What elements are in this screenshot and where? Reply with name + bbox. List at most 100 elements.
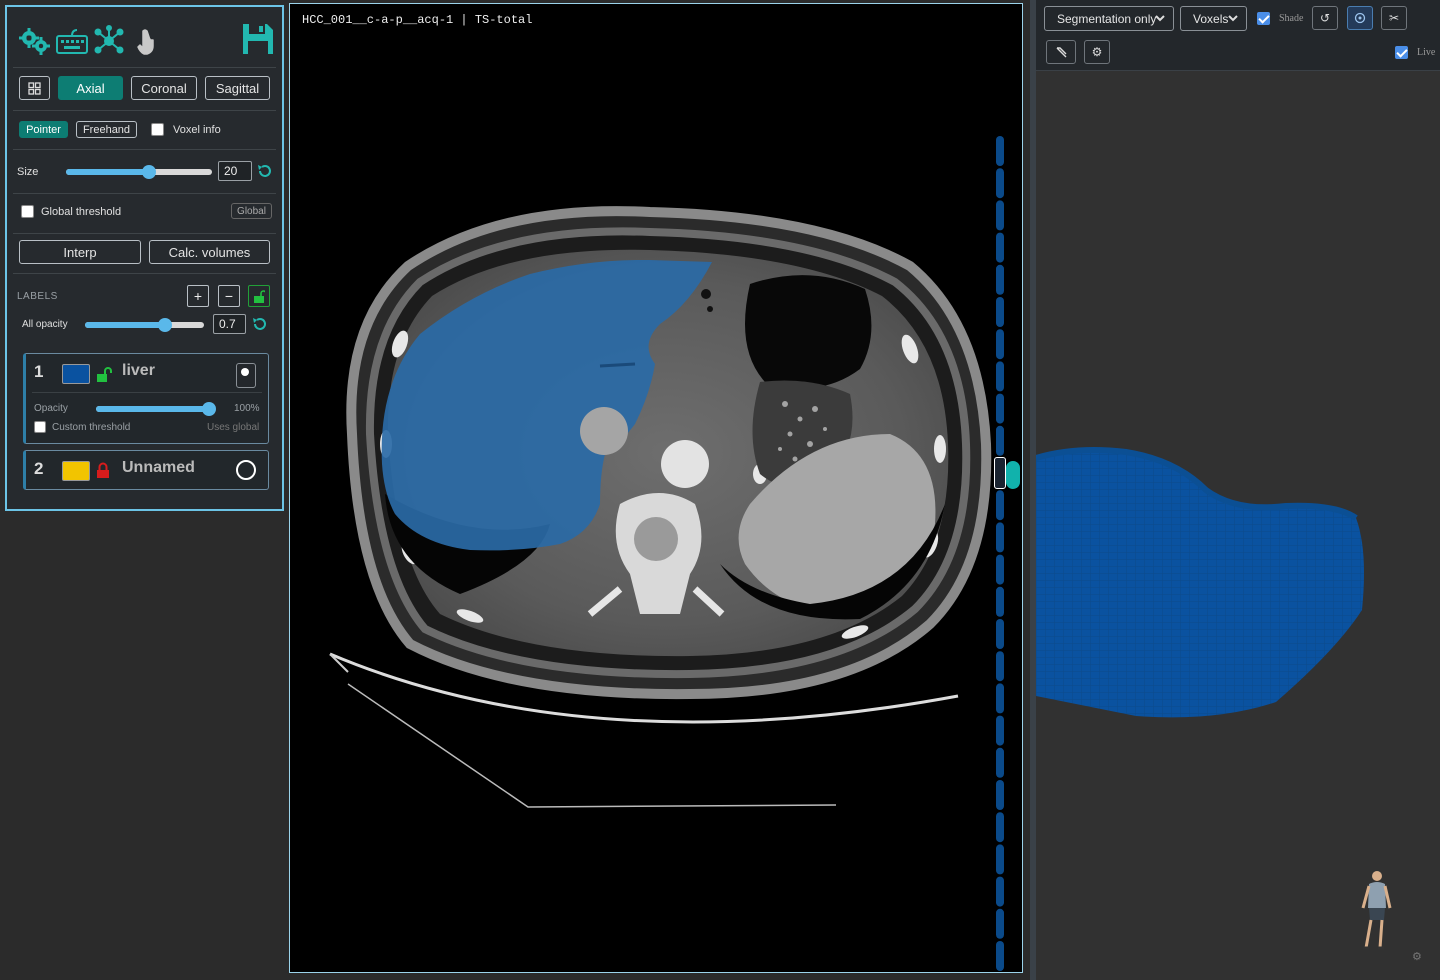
save-icon[interactable] (241, 22, 275, 56)
all-opacity-input[interactable]: 0.7 (213, 314, 246, 334)
slice-segment[interactable] (996, 136, 1004, 166)
slice-segment[interactable] (996, 586, 1004, 617)
slice-segment[interactable] (996, 908, 1004, 939)
liver-3d-rendering[interactable] (1036, 440, 1440, 740)
chevron-down-icon (1155, 15, 1165, 22)
viewer-title: HCC_001__c-a-p__acq-1 | TS-total (302, 13, 533, 27)
keyboard-icon[interactable] (55, 24, 89, 58)
slice-segment[interactable] (996, 554, 1004, 585)
label-name[interactable]: liver (122, 362, 155, 380)
slice-segment[interactable] (996, 619, 1004, 649)
slice-segment[interactable] (996, 844, 1004, 875)
global-threshold-checkbox[interactable] (21, 205, 34, 218)
slice-scrollbar[interactable] (996, 136, 1004, 972)
unlocked-icon[interactable] (96, 366, 112, 383)
pointer-tool-button[interactable]: Pointer (19, 121, 68, 138)
add-label-button[interactable]: + (187, 285, 209, 307)
threshold-note: Uses global (207, 422, 260, 433)
network-icon[interactable] (92, 24, 126, 58)
label-number: 2 (34, 459, 44, 478)
render-mode-select[interactable]: Voxels (1180, 6, 1247, 31)
label-select-radio[interactable] (236, 460, 256, 480)
slice-segment[interactable] (996, 683, 1004, 714)
axial-viewer[interactable]: HCC_001__c-a-p__acq-1 | TS-total (289, 3, 1023, 973)
slice-segment[interactable] (996, 780, 1004, 810)
shade-checkbox[interactable] (1257, 12, 1270, 25)
slice-segment[interactable] (996, 522, 1004, 553)
label-color-swatch[interactable] (62, 461, 90, 481)
slider-fill (85, 322, 165, 328)
slice-segment[interactable] (996, 297, 1004, 327)
global-badge[interactable]: Global (231, 203, 272, 219)
custom-threshold-checkbox[interactable] (34, 421, 46, 433)
center-view-button[interactable] (1347, 6, 1373, 30)
view-sagittal-button[interactable]: Sagittal (205, 76, 270, 100)
custom-threshold-label: Custom threshold (52, 422, 131, 433)
pointer-hand-icon[interactable] (131, 24, 161, 58)
slice-scroll-handle[interactable] (994, 457, 1006, 489)
all-opacity-slider[interactable] (85, 318, 204, 332)
live-checkbox[interactable] (1395, 46, 1408, 59)
slice-segment[interactable] (996, 329, 1004, 360)
slider-thumb[interactable] (157, 318, 172, 332)
view-coronal-button[interactable]: Coronal (131, 76, 197, 100)
slice-segment[interactable] (996, 393, 1004, 424)
scissors-icon: ✂ (1388, 11, 1400, 25)
reset-view-button[interactable]: ↺ (1312, 6, 1338, 30)
freehand-tool-button[interactable]: Freehand (76, 121, 137, 138)
clip-button[interactable]: ✂ (1381, 6, 1407, 30)
unlock-icon (254, 289, 265, 303)
target-icon (1354, 12, 1366, 24)
brush-size-slider[interactable] (66, 165, 212, 179)
lock-all-button[interactable] (248, 285, 270, 307)
live-label: Live (1417, 47, 1436, 58)
layout-grid-button[interactable] (19, 76, 50, 100)
slider-thumb[interactable] (202, 402, 216, 416)
view-axial-button[interactable]: Axial (58, 76, 123, 100)
calc-volumes-button[interactable]: Calc. volumes (149, 240, 270, 264)
slice-segment[interactable] (996, 941, 1004, 971)
divider (13, 233, 276, 234)
slice-segment[interactable] (996, 490, 1004, 521)
divider (13, 149, 276, 150)
label-card-unnamed[interactable]: 2 Unnamed (23, 450, 269, 490)
label-color-swatch[interactable] (62, 364, 90, 384)
slice-segment[interactable] (996, 361, 1004, 392)
display-mode-value: Segmentation only (1057, 11, 1157, 26)
slider-thumb[interactable] (142, 165, 157, 179)
voxel-info-checkbox[interactable] (151, 123, 164, 136)
slice-position-knob[interactable] (1006, 461, 1020, 489)
brush-3d-button[interactable] (1046, 40, 1076, 64)
divider (13, 110, 276, 111)
label-opacity-slider[interactable] (96, 402, 216, 416)
slice-segment[interactable] (996, 232, 1004, 263)
locked-icon[interactable] (96, 462, 110, 479)
volume-3d-panel[interactable]: Segmentation only Voxels Shade ↺ ✂ ⚙ Liv… (1030, 0, 1440, 980)
label-select-radio[interactable] (236, 363, 256, 388)
slice-segment[interactable] (996, 812, 1004, 843)
reset-opacity-icon[interactable] (252, 316, 268, 332)
slice-segment[interactable] (996, 651, 1004, 682)
slice-segment[interactable] (996, 715, 1004, 746)
size-label: Size (17, 166, 39, 178)
label-card-liver[interactable]: 1 liver Opacity 100% Custom threshold Us… (23, 353, 269, 444)
slice-segment[interactable] (996, 876, 1004, 907)
labels-section-title: LABELS (17, 291, 58, 302)
ct-slice-image[interactable] (290, 4, 1022, 972)
slice-segment[interactable] (996, 747, 1004, 778)
slice-segment[interactable] (996, 264, 1004, 295)
settings-gears-icon[interactable] (17, 24, 51, 58)
slice-segment[interactable] (996, 168, 1004, 199)
interp-button[interactable]: Interp (19, 240, 141, 264)
brush-size-input[interactable]: 20 (218, 161, 252, 181)
corner-settings-icon[interactable]: ⚙ (1412, 950, 1426, 964)
remove-label-button[interactable]: − (218, 285, 240, 307)
display-mode-select[interactable]: Segmentation only (1044, 6, 1174, 31)
slice-segment[interactable] (996, 425, 1004, 456)
slider-fill (96, 406, 209, 412)
label-name[interactable]: Unnamed (122, 459, 195, 477)
reset-size-icon[interactable] (257, 163, 273, 179)
volume-settings-button[interactable]: ⚙ (1084, 40, 1110, 64)
gear-icon: ⚙ (1091, 45, 1103, 59)
slice-segment[interactable] (996, 200, 1004, 231)
